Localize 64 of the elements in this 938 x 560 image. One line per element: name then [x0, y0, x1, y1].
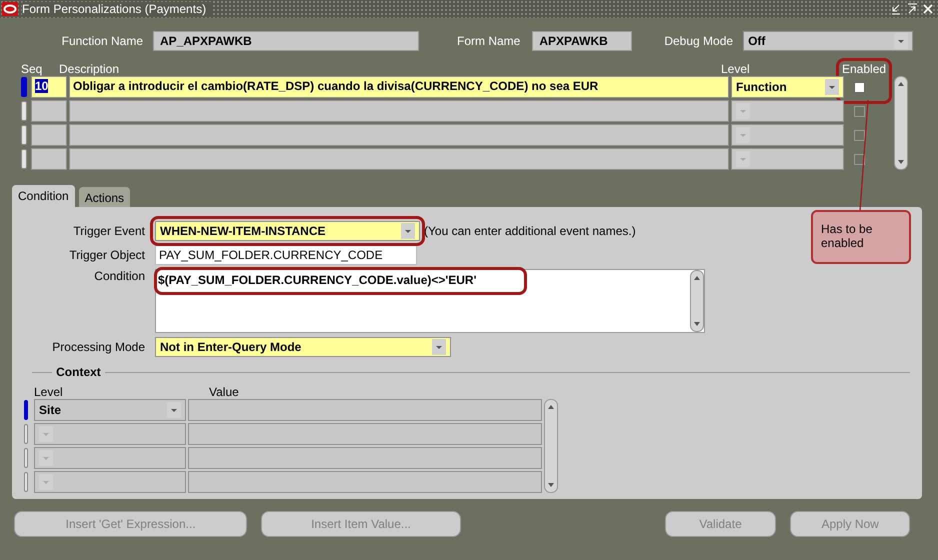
- debug-mode-select[interactable]: Off: [743, 31, 914, 51]
- column-header: Value: [209, 385, 240, 399]
- hint-text: (You can enter additional event names.): [424, 224, 636, 238]
- enabled-checkbox[interactable]: [854, 154, 865, 164]
- description-cell[interactable]: [69, 148, 729, 170]
- field-label: Condition: [93, 269, 145, 283]
- level-select[interactable]: [731, 100, 844, 122]
- field-label: Form Name: [457, 34, 520, 48]
- column-header: Description: [59, 62, 120, 76]
- field-label: Trigger Event: [72, 224, 145, 238]
- row-indicator[interactable]: [24, 400, 28, 420]
- context-level-select[interactable]: [34, 423, 186, 445]
- seq-cell[interactable]: [31, 124, 67, 146]
- close-icon[interactable]: [922, 3, 934, 15]
- description-cell[interactable]: [69, 124, 729, 146]
- trigger-event-select[interactable]: WHEN-NEW-ITEM-INSTANCE: [155, 221, 420, 241]
- field-label: Function Name: [60, 34, 143, 48]
- section-title: Context: [55, 365, 102, 379]
- row-indicator[interactable]: [21, 149, 27, 169]
- seq-cell[interactable]: 10: [31, 76, 67, 98]
- maximize-icon[interactable]: [906, 3, 918, 15]
- seq-cell[interactable]: [31, 148, 67, 170]
- vertical-scrollbar[interactable]: [690, 270, 704, 332]
- callout-note: Has to be enabled: [811, 210, 911, 264]
- condition-textarea[interactable]: $(PAY_SUM_FOLDER.CURRENCY_CODE.value)<>'EUR': [155, 269, 705, 333]
- row-indicator[interactable]: [21, 101, 27, 121]
- form-name-field[interactable]: APXPAWKB: [532, 31, 632, 51]
- level-select[interactable]: [731, 148, 844, 170]
- vertical-scrollbar[interactable]: [544, 399, 558, 493]
- row-indicator[interactable]: [24, 472, 28, 492]
- condition-text: $(PAY_SUM_FOLDER.CURRENCY_CODE.value)<>'EUR': [157, 272, 478, 289]
- minimize-icon[interactable]: [890, 3, 902, 15]
- enabled-checkbox[interactable]: [854, 130, 865, 140]
- vertical-scrollbar[interactable]: [894, 76, 908, 170]
- context-value-cell[interactable]: [188, 447, 542, 469]
- field-label: Debug Mode: [664, 34, 734, 48]
- description-cell[interactable]: Obligar a introducir el cambio(RATE_DSP) cuando la divisa(CURRENCY_CODE) no sea EUR: [69, 76, 729, 98]
- column-header: Seq: [21, 62, 42, 76]
- field-label: Trigger Object: [68, 248, 145, 262]
- enabled-checkbox[interactable]: [854, 106, 865, 116]
- row-indicator[interactable]: [21, 125, 27, 145]
- trigger-object-field[interactable]: PAY_SUM_FOLDER.CURRENCY_CODE: [155, 245, 417, 265]
- column-header: Level: [721, 62, 750, 76]
- context-level-select[interactable]: Site: [34, 399, 186, 421]
- context-level-select[interactable]: [34, 471, 186, 493]
- context-value-cell[interactable]: [188, 423, 542, 445]
- tab[interactable]: Condition: [12, 185, 75, 207]
- enabled-checkbox[interactable]: [854, 82, 865, 92]
- column-header: Enabled: [842, 62, 886, 76]
- row-indicator[interactable]: [24, 424, 28, 444]
- tab[interactable]: Actions: [78, 187, 130, 207]
- context-level-select[interactable]: [34, 447, 186, 469]
- row-indicator[interactable]: [24, 448, 28, 468]
- level-select[interactable]: Function: [731, 76, 844, 98]
- context-value-cell[interactable]: [188, 399, 542, 421]
- field-label: Processing Mode: [51, 340, 145, 354]
- seq-cell[interactable]: [31, 100, 67, 122]
- column-header: Level: [34, 385, 64, 399]
- processing-mode-select[interactable]: Not in Enter-Query Mode: [155, 337, 451, 357]
- window-title: Form Personalizations (Payments): [22, 2, 212, 16]
- function-name-field[interactable]: AP_APXPAWKB: [153, 31, 419, 51]
- context-value-cell[interactable]: [188, 471, 542, 493]
- level-select[interactable]: [731, 124, 844, 146]
- description-cell[interactable]: [69, 100, 729, 122]
